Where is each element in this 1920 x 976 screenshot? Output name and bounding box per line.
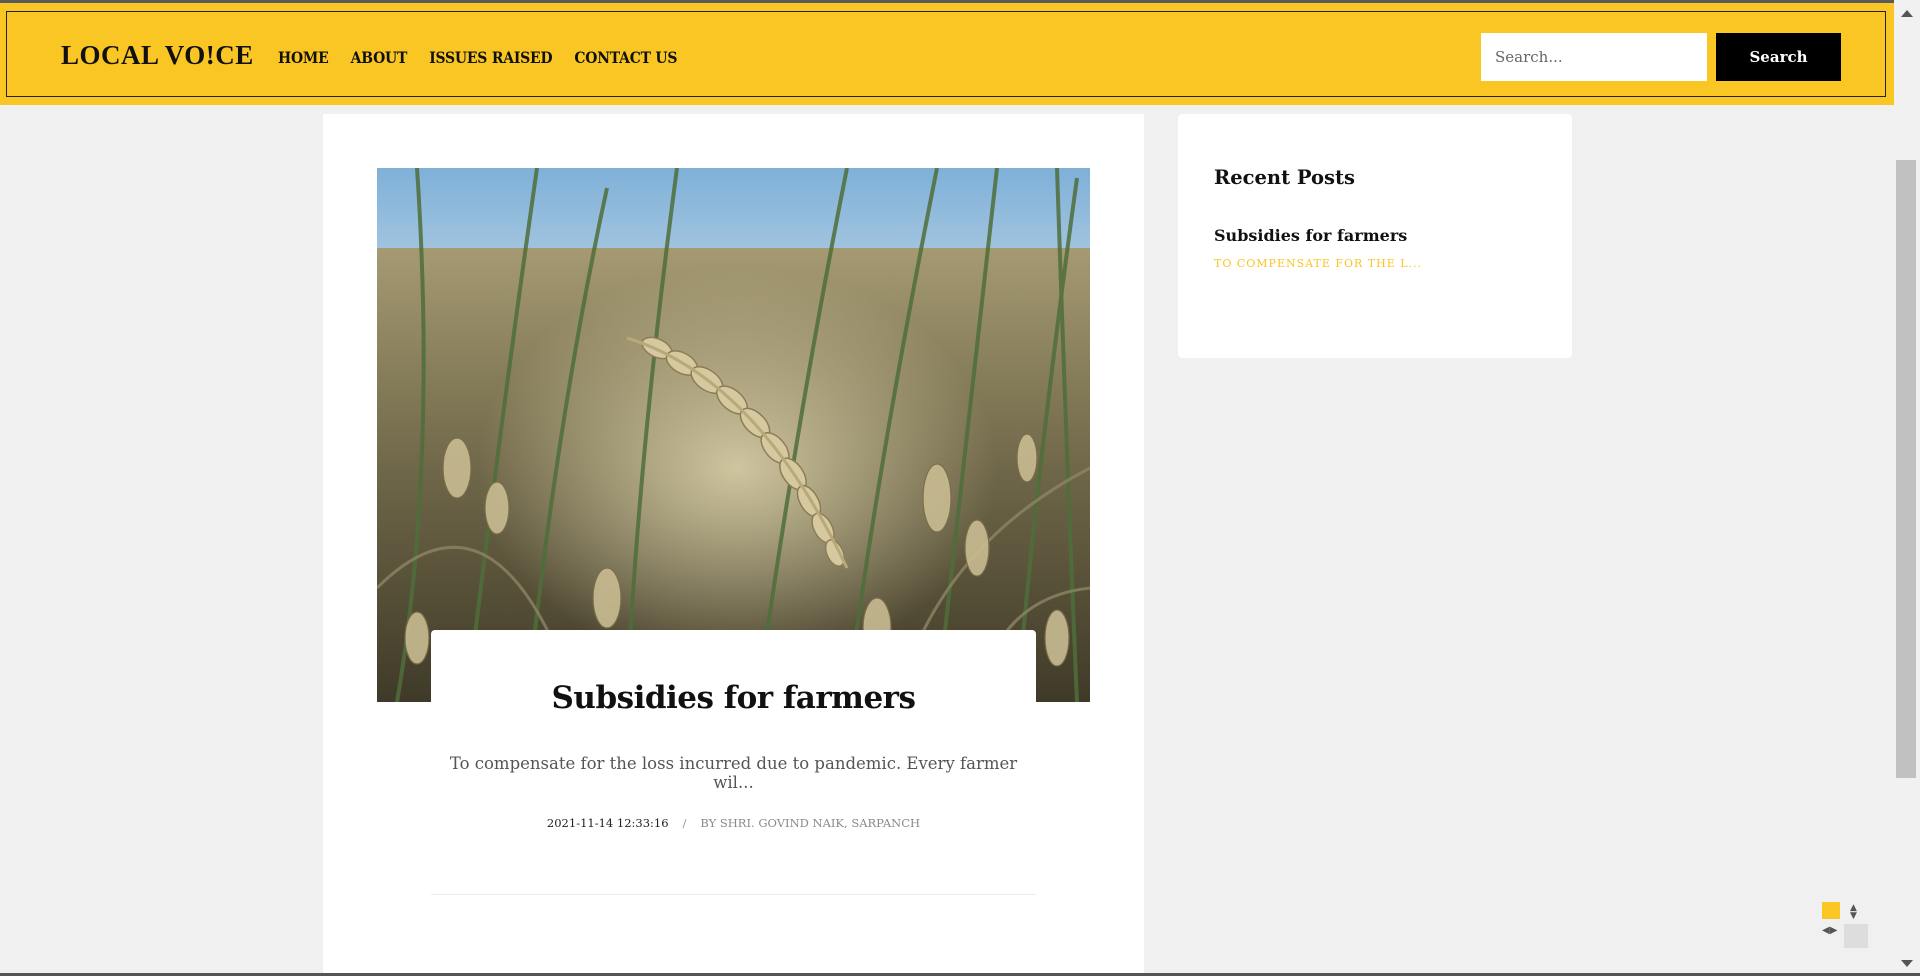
arrow-up-icon[interactable] [1901, 10, 1913, 17]
recent-post-title[interactable]: Subsidies for farmers [1214, 226, 1407, 245]
post-meta: 2021-11-14 12:33:16 / BY SHRI. GOVIND NAIK… [431, 816, 1036, 830]
recent-post-excerpt: TO COMPENSATE FOR THE L... [1214, 257, 1423, 270]
site-logo[interactable]: LOCAL VO!CE [61, 40, 254, 71]
recent-posts-widget: Recent Posts Subsidies for farmers TO CO… [1178, 114, 1572, 358]
post-author: BY SHRI. GOVIND NAIK, SARPANCH [700, 816, 921, 830]
arrow-down-icon[interactable] [1901, 960, 1913, 967]
search-input[interactable] [1481, 33, 1707, 81]
nav-contact-us[interactable]: CONTACT US [574, 48, 677, 67]
search-button[interactable]: Search [1716, 33, 1841, 81]
page-scrollbar[interactable] [1894, 0, 1920, 976]
color-swatch[interactable] [1822, 902, 1840, 919]
post-title[interactable]: Subsidies for farmers [431, 680, 1036, 716]
site-header: LOCAL VO!CE HOME ABOUT ISSUES RAISED CON… [0, 3, 1894, 105]
updown-arrows-icon[interactable]: ▲ ▼ [1850, 904, 1857, 921]
leftright-arrows-icon[interactable]: ◀▶ [1822, 925, 1837, 936]
floating-control[interactable]: ▲ ▼ ◀▶ [1822, 902, 1870, 948]
control-box[interactable] [1844, 924, 1868, 948]
nav-issues-raised[interactable]: ISSUES RAISED [429, 48, 552, 67]
post-card: Subsidies for farmers To compensate for … [323, 114, 1144, 976]
scrollbar-thumb[interactable] [1896, 160, 1916, 778]
post-excerpt: To compensate for the loss incurred due … [449, 754, 1018, 792]
post-date: 2021-11-14 12:33:16 [546, 816, 669, 830]
post-divider [431, 894, 1036, 895]
widget-title: Recent Posts [1214, 166, 1355, 189]
meta-separator: / [682, 816, 687, 830]
main-nav: HOME ABOUT ISSUES RAISED CONTACT US [278, 48, 677, 67]
nav-home[interactable]: HOME [278, 48, 329, 67]
nav-about[interactable]: ABOUT [351, 48, 408, 67]
post-content: Subsidies for farmers To compensate for … [431, 630, 1036, 930]
header-frame: LOCAL VO!CE HOME ABOUT ISSUES RAISED CON… [6, 11, 1886, 97]
wheat-field-photo [377, 168, 1090, 702]
post-image[interactable] [377, 168, 1090, 702]
